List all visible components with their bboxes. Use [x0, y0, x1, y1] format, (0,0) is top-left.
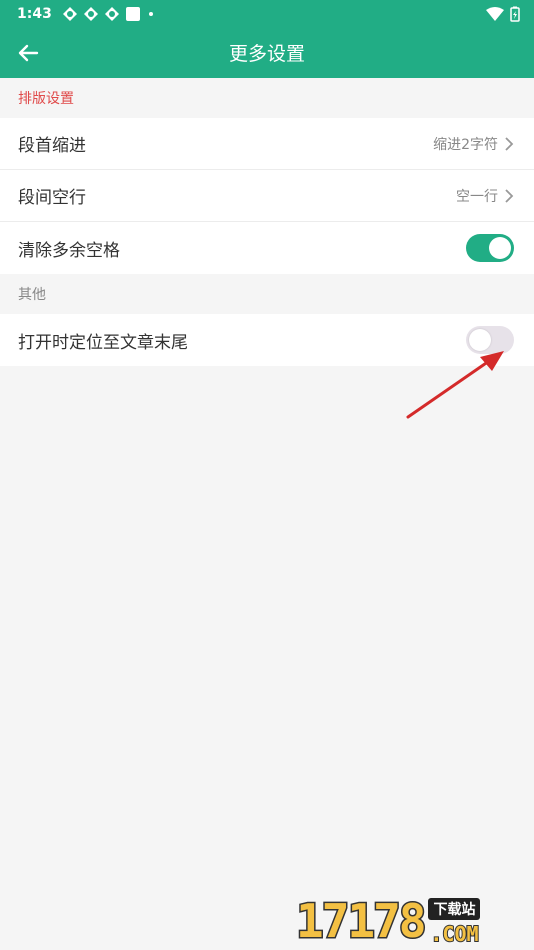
status-bar: 1:43 — [0, 0, 534, 27]
page-title: 更多设置 — [228, 43, 305, 65]
setting-remove-extra-spaces: 清除多余空格 — [0, 222, 534, 274]
status-time: 1:43 — [17, 5, 52, 22]
setting-label: 段首缩进 — [18, 136, 86, 156]
wifi-icon — [486, 6, 504, 21]
setting-value: 空一行 — [456, 188, 498, 205]
status-notification-icons — [62, 6, 156, 22]
toggle-knob — [489, 237, 511, 259]
section-header-other: 其他 — [18, 287, 46, 303]
sync-icon — [83, 6, 98, 21]
square-icon — [125, 6, 140, 21]
chevron-right-icon — [505, 188, 514, 203]
watermark-suffix: .COM — [429, 921, 479, 947]
section-header-layout: 排版设置 — [18, 91, 74, 107]
sync-icon — [62, 6, 77, 21]
watermark-number: 17178 — [294, 893, 428, 950]
battery-icon — [510, 6, 520, 22]
setting-label: 打开时定位至文章末尾 — [18, 332, 188, 353]
setting-paragraph-indent[interactable]: 段首缩进 缩进2字符 — [0, 118, 534, 170]
back-arrow-icon[interactable] — [14, 39, 42, 67]
setting-label: 清除多余空格 — [18, 240, 120, 261]
watermark-logo: 17178 下载站 .COM — [294, 890, 526, 950]
annotation-arrow — [406, 351, 504, 419]
setting-value: 缩进2字符 — [433, 136, 498, 153]
chevron-right-icon — [505, 136, 514, 151]
layout-settings-group: 段首缩进 缩进2字符 段间空行 空一行 清除多余空格 — [0, 118, 534, 274]
sync-icon — [104, 6, 119, 21]
status-system-icons — [486, 6, 520, 22]
setting-paragraph-spacing[interactable]: 段间空行 空一行 — [0, 170, 534, 222]
toolbar: 更多设置 — [0, 27, 534, 78]
watermark-right: 下载站 .COM — [428, 898, 481, 947]
remove-spaces-toggle[interactable] — [466, 234, 514, 262]
setting-label: 段间空行 — [18, 188, 86, 208]
watermark-tag: 下载站 — [428, 898, 481, 920]
dot-icon — [148, 11, 153, 16]
